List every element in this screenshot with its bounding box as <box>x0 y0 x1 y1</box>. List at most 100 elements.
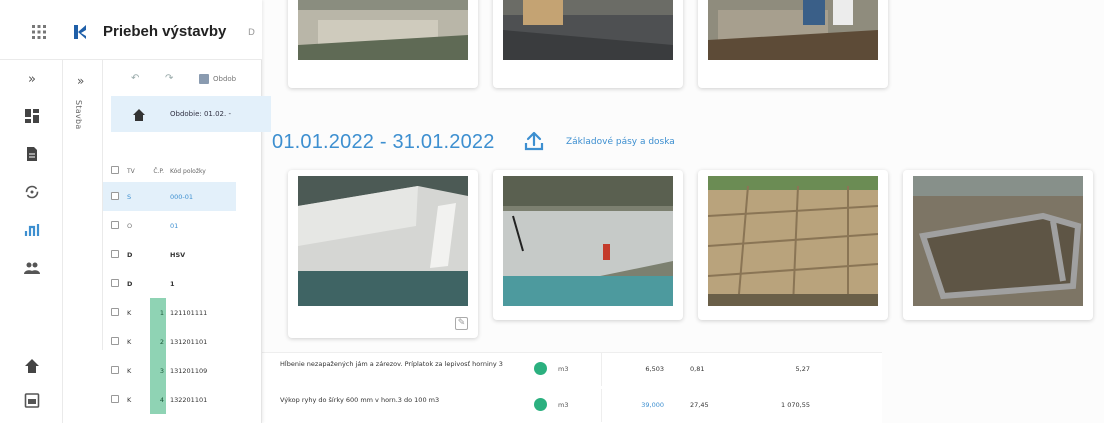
row-code: 121101111 <box>170 308 208 317</box>
construction-photo[interactable] <box>708 176 878 306</box>
row-type: K <box>127 308 132 317</box>
items-grid: TV Č.P. Kód položky S 000-01 O 01 D HSV … <box>103 160 236 414</box>
budget-row[interactable]: Výkop ryhy do šírky 600 mm v horn.3 do 1… <box>262 389 882 422</box>
photo-card[interactable] <box>698 0 888 88</box>
undo-icon[interactable]: ↶ <box>131 73 139 84</box>
row-number: 3 <box>150 356 166 385</box>
item-quantity[interactable]: 39,000 <box>612 401 664 409</box>
sync-icon[interactable] <box>24 184 40 200</box>
row-checkbox[interactable] <box>111 307 119 316</box>
table-row[interactable]: S 000-01 <box>103 182 236 211</box>
row-code: 132201101 <box>170 395 208 404</box>
redo-icon[interactable]: ↷ <box>165 73 173 84</box>
row-number <box>150 269 166 298</box>
table-row[interactable]: O 01 <box>103 211 236 240</box>
period-heading: 01.01.2022 - 31.01.2022 <box>272 131 495 153</box>
item-description: Hĺbenie nezapažených jám a zárezov. Príp… <box>280 360 503 368</box>
row-type: D <box>127 250 133 259</box>
table-row[interactable]: K 2 131201101 <box>103 327 236 356</box>
row-code: 131201109 <box>170 366 208 375</box>
row-code: 131201101 <box>170 337 208 346</box>
table-row[interactable]: D HSV <box>103 240 236 269</box>
home-icon[interactable] <box>133 109 145 121</box>
item-unit: m3 <box>558 365 569 373</box>
row-type: D <box>127 279 133 288</box>
table-row[interactable]: K 3 131201109 <box>103 356 236 385</box>
document-icon[interactable] <box>24 146 40 162</box>
photo-card[interactable]: ✎ <box>288 170 478 338</box>
expand-chevron-icon[interactable]: » <box>24 72 40 88</box>
page-title: Priebeh výstavby <box>103 23 227 40</box>
item-total: 1 070,55 <box>781 401 810 409</box>
item-total: 5,27 <box>795 365 810 373</box>
budget-row[interactable]: Hĺbenie nezapažených jám a zárezov. Príp… <box>262 353 882 386</box>
app-grid-icon[interactable] <box>32 25 46 39</box>
status-dot <box>534 362 547 375</box>
main-navigation-rail: » <box>0 60 63 423</box>
main-content: ↶ ↷ Obdob Obdobie: 01.02. - TV Č.P. Kód … <box>103 60 271 423</box>
construction-photo[interactable] <box>913 176 1083 306</box>
upload-icon[interactable] <box>523 130 545 152</box>
table-row[interactable]: K 4 132201101 <box>103 385 236 414</box>
construction-stage-link[interactable]: Základové pásy a doska <box>566 137 675 147</box>
column-header-no[interactable]: Č.P. <box>150 160 166 182</box>
row-checkbox[interactable] <box>111 365 119 374</box>
construction-photo[interactable] <box>503 176 673 306</box>
app-window: Priebeh výstavby D » » Stavba ↶ ↷ Obdob … <box>0 0 271 423</box>
table-row[interactable]: K 1 121101111 <box>103 298 236 327</box>
calendar-small-icon[interactable] <box>199 74 209 84</box>
users-icon[interactable] <box>24 260 40 276</box>
calendar-icon[interactable] <box>24 392 40 408</box>
dashboard-icon[interactable] <box>24 108 40 124</box>
row-code: HSV <box>170 250 186 259</box>
column-header-code[interactable]: Kód položky <box>166 160 236 182</box>
grid-header: TV Č.P. Kód položky <box>103 160 236 182</box>
period-filter-label: Obdobie: 01.02. - <box>170 110 231 118</box>
table-row[interactable]: D 1 <box>103 269 236 298</box>
row-checkbox[interactable] <box>111 278 119 287</box>
photo-card[interactable] <box>903 170 1093 320</box>
expand-chevron-icon[interactable]: » <box>77 74 84 88</box>
select-all-checkbox[interactable] <box>111 166 119 174</box>
row-code: 01 <box>170 221 179 230</box>
photo-card[interactable] <box>493 170 683 320</box>
row-checkbox[interactable] <box>111 220 119 229</box>
row-code: 000-01 <box>166 182 236 211</box>
construction-photo[interactable] <box>298 176 468 306</box>
row-number: 4 <box>150 385 166 414</box>
row-checkbox[interactable] <box>111 394 119 403</box>
title-overflow: D <box>248 28 255 38</box>
construction-photo[interactable] <box>708 0 878 60</box>
company-logo <box>72 24 88 40</box>
home-icon[interactable] <box>24 358 40 374</box>
photo-card[interactable] <box>698 170 888 320</box>
row-checkbox[interactable] <box>111 336 119 345</box>
column-divider <box>601 389 602 422</box>
row-checkbox[interactable] <box>111 249 119 258</box>
item-unit-price: 0,81 <box>690 365 705 373</box>
row-type: K <box>127 366 132 375</box>
construction-photo[interactable] <box>503 0 673 60</box>
row-code: 1 <box>170 279 175 288</box>
progress-chart-icon[interactable] <box>24 222 40 238</box>
row-type: K <box>127 337 132 346</box>
row-number: 2 <box>150 327 166 356</box>
edit-icon[interactable]: ✎ <box>455 317 468 330</box>
row-type: K <box>127 395 132 404</box>
row-number <box>150 240 166 269</box>
column-divider <box>601 353 602 386</box>
toolbar-period-label[interactable]: Obdob <box>213 75 236 83</box>
row-type: S <box>127 182 150 211</box>
budget-items-table: Hĺbenie nezapažených jám a zárezov. Príp… <box>262 352 882 423</box>
row-type: O <box>127 221 133 230</box>
item-unit: m3 <box>558 401 569 409</box>
item-description: Výkop ryhy do šírky 600 mm v horn.3 do 1… <box>280 396 440 404</box>
project-panel-label[interactable]: Stavba <box>74 100 83 130</box>
item-quantity: 6,503 <box>645 365 664 373</box>
photo-card[interactable] <box>493 0 683 88</box>
construction-photo[interactable] <box>298 0 468 60</box>
row-checkbox[interactable] <box>111 191 119 200</box>
toolbar: ↶ ↷ Obdob <box>103 60 262 96</box>
photo-card[interactable] <box>288 0 478 88</box>
column-header-tv[interactable]: TV <box>127 160 150 182</box>
